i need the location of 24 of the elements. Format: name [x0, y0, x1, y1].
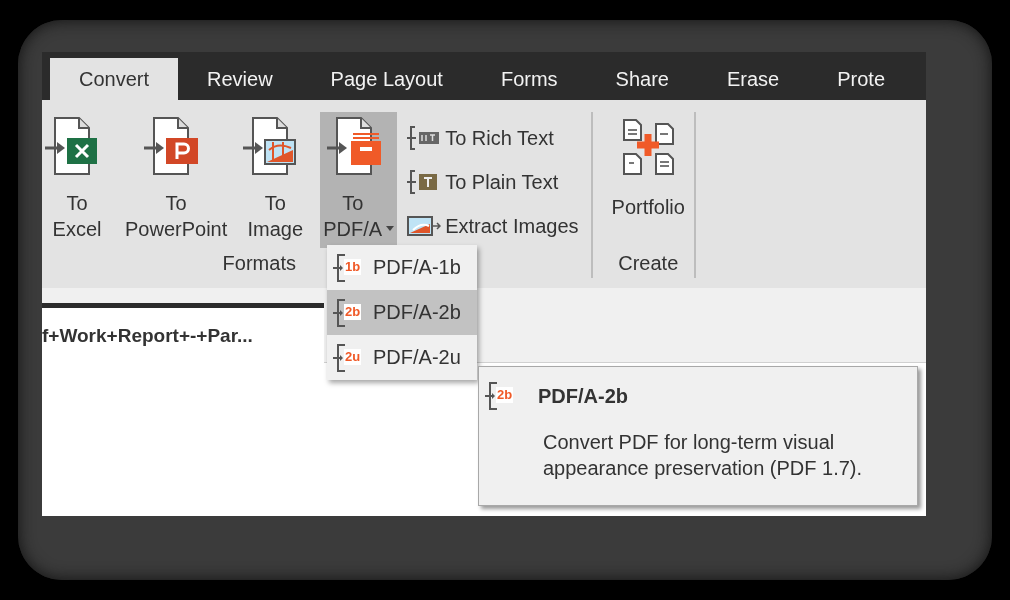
group-label: Formats	[222, 252, 296, 274]
ribbon-button[interactable]: To Rich Text	[407, 116, 585, 160]
ribbon-button[interactable]: To PowerPoint	[122, 112, 231, 248]
ribbon-tab[interactable]: Convert	[50, 58, 179, 100]
rich-text-file-icon	[407, 124, 442, 152]
tooltip-description: Convert PDF for long-term visual appearance preservation (PDF 1.7).	[543, 430, 864, 481]
ribbon-button[interactable]: Extract Images	[407, 204, 585, 248]
group-label: Create	[618, 252, 679, 274]
ribbon-tab[interactable]: Review	[178, 58, 302, 100]
ribbon-tab[interactable]: Share	[586, 58, 698, 100]
ribbon-button[interactable]: To Excel	[42, 112, 112, 248]
ribbon-tab[interactable]: Prote	[808, 58, 915, 100]
ribbon-button[interactable]: Portfolio	[608, 112, 688, 248]
menu-item[interactable]: 2u PDF/A-2u	[327, 335, 477, 380]
document-tab[interactable]: f+Work+Report+-+Par...	[42, 303, 324, 363]
menu-item[interactable]: 1b PDF/A-1b	[327, 245, 477, 290]
ribbon-tab[interactable]: Page Layout	[301, 58, 472, 100]
menu-item[interactable]: 2b PDF/A-2b	[327, 290, 477, 335]
ribbon-tab[interactable]: Forms	[471, 58, 587, 100]
ribbon-tab[interactable]: Erase	[698, 58, 809, 100]
ribbon-button[interactable]: To Image	[240, 112, 311, 248]
tooltip-title: PDF/A-2b	[538, 384, 628, 408]
split-button[interactable]: To PDF/A	[320, 112, 398, 248]
ribbon-button[interactable]: To Plain Text	[407, 160, 585, 204]
